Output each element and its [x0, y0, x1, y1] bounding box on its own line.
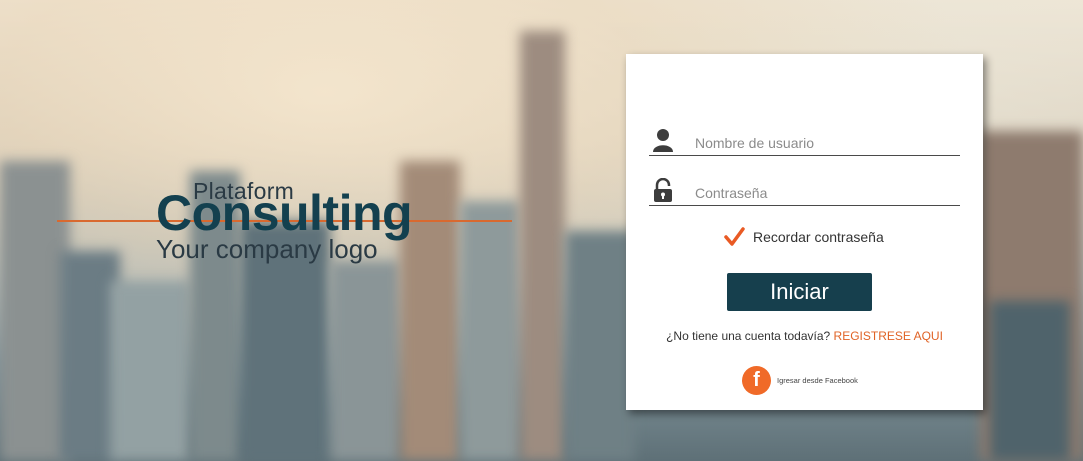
- password-input[interactable]: [695, 185, 955, 201]
- facebook-icon[interactable]: f: [742, 365, 771, 395]
- logo-consulting-text: Consulting: [156, 185, 413, 241]
- register-question-text: ¿No tiene una cuenta todavía?: [666, 329, 831, 343]
- remember-password-toggle[interactable]: Recordar contraseña: [723, 226, 884, 248]
- user-icon: [652, 128, 674, 152]
- company-logo: Plataform Consulting Your company logo: [0, 0, 600, 461]
- register-prompt: ¿No tiene una cuenta todavía? REGISTRESE…: [626, 329, 983, 343]
- login-submit-button[interactable]: Iniciar: [727, 273, 872, 311]
- lock-icon: [652, 177, 674, 202]
- login-card: Recordar contraseña Iniciar ¿No tiene un…: [626, 54, 983, 410]
- facebook-login-label[interactable]: Igresar desde Facebook: [777, 376, 858, 385]
- logo-company-text: Your company logo: [156, 234, 378, 264]
- checkmark-icon[interactable]: [723, 226, 745, 248]
- username-field: [649, 126, 960, 156]
- username-input[interactable]: [695, 135, 955, 151]
- password-field: [649, 176, 960, 206]
- facebook-login-button[interactable]: f Igresar desde Facebook: [742, 365, 858, 395]
- remember-password-label: Recordar contraseña: [753, 229, 884, 245]
- register-link[interactable]: REGISTRESE AQUI: [834, 329, 943, 343]
